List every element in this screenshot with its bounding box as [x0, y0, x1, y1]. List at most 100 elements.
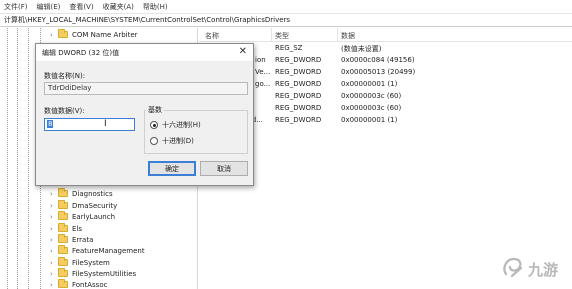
value-type: REG_DWORD	[275, 80, 322, 88]
tree-item-label: FeatureManagement	[72, 246, 145, 255]
tree-item-label: FileSystemUtilities	[72, 269, 137, 278]
column-header-type[interactable]: 类型	[275, 31, 289, 41]
tree-item-dmasecurity[interactable]: › DmaSecurity	[50, 200, 117, 211]
folder-icon	[58, 234, 68, 243]
value-data-text: 8	[47, 120, 54, 128]
radio-hexadecimal[interactable]: 十六进制(H)	[150, 120, 201, 130]
value-name-label: 数值名称(N):	[44, 72, 86, 80]
folder-icon	[58, 211, 68, 220]
tree-item-errata[interactable]: › Errata	[50, 234, 93, 245]
value-data-label: 数值数据(V):	[44, 107, 85, 115]
chevron-right-icon[interactable]: ›	[50, 31, 58, 39]
base-group	[144, 110, 248, 154]
menu-favorites[interactable]: 收藏夹(A)	[103, 2, 134, 12]
folder-icon	[58, 279, 68, 288]
value-data: 0x0000003c (60)	[341, 104, 402, 112]
base-group-label: 基数	[146, 105, 164, 115]
value-name: Ve...	[255, 68, 271, 76]
value-row[interactable]: REG_SZ (数值未设置)	[199, 43, 572, 55]
tree-item-label: FileSystem	[72, 258, 110, 267]
chevron-right-icon[interactable]: ›	[50, 236, 58, 244]
watermark-text: 九游	[528, 261, 559, 279]
value-type: REG_SZ	[275, 44, 303, 52]
value-data: 0x00000001 (1)	[341, 80, 398, 88]
tree-item-label: Diagnostics	[72, 189, 113, 198]
tree-item-filesystem[interactable]: › FileSystem	[50, 257, 110, 268]
value-row[interactable]: REG_DWORD 0x0000003c (60)	[199, 91, 572, 103]
column-divider[interactable]	[271, 28, 272, 42]
value-data: 0x00000001 (1)	[341, 116, 398, 124]
value-type: REG_DWORD	[275, 56, 322, 64]
dialog-title: 编辑 DWORD (32 位)值	[42, 48, 120, 57]
chevron-right-icon[interactable]: ›	[50, 247, 58, 255]
tree-item-com-name-arbiter[interactable]: › COM Name Arbiter	[50, 29, 138, 40]
radio-hexadecimal-label: 十六进制(H)	[162, 121, 201, 129]
radio-unselected-icon[interactable]	[150, 137, 158, 145]
radio-decimal-label: 十进制(D)	[162, 137, 194, 145]
value-data: (数值未设置)	[341, 45, 382, 53]
edit-dword-dialog: 编辑 DWORD (32 位)值 ✕ 数值名称(N): TdrDdiDelay …	[35, 43, 254, 186]
cancel-button[interactable]: 取消	[200, 161, 248, 176]
address-path: 计算机\HKEY_LOCAL_MACHINE\SYSTEM\CurrentCon…	[4, 16, 291, 24]
value-row[interactable]: rd... REG_DWORD 0x00000001 (1)	[199, 115, 572, 127]
text-cursor-icon: I	[104, 119, 107, 129]
tree-item-label: FontAssoc	[72, 280, 108, 289]
value-type: REG_DWORD	[275, 92, 322, 100]
tree-guide-line	[17, 28, 18, 289]
watermark-logo: 九游	[500, 254, 568, 282]
tree-item-els[interactable]: › Els	[50, 223, 82, 234]
tree-item-fontassoc[interactable]: › FontAssoc	[50, 279, 107, 289]
chevron-right-icon[interactable]: ›	[50, 225, 58, 233]
value-row[interactable]: go... REG_DWORD 0x00000001 (1)	[199, 79, 572, 91]
column-divider[interactable]	[337, 28, 338, 42]
chevron-right-icon[interactable]: ›	[50, 259, 58, 267]
value-type: REG_DWORD	[275, 68, 322, 76]
folder-icon	[58, 257, 68, 266]
close-icon[interactable]: ✕	[239, 46, 247, 58]
value-row[interactable]: ion REG_DWORD 0x0000c084 (49156)	[199, 55, 572, 67]
column-header-name[interactable]: 名称	[205, 31, 219, 41]
value-data: 0x00005013 (20499)	[341, 68, 416, 76]
folder-icon	[58, 29, 68, 38]
tree-item-featuremanagement[interactable]: › FeatureManagement	[50, 245, 145, 256]
folder-icon	[58, 268, 68, 277]
radio-selected-icon[interactable]	[150, 121, 158, 129]
menu-view[interactable]: 查看(V)	[69, 2, 93, 12]
folder-icon	[58, 188, 68, 197]
chevron-right-icon[interactable]: ›	[50, 281, 58, 289]
value-name-field: TdrDdiDelay	[44, 82, 248, 95]
folder-icon	[58, 200, 68, 209]
ok-button[interactable]: 确定	[148, 161, 196, 176]
chevron-right-icon[interactable]: ›	[50, 213, 58, 221]
tree-item-label: Els	[72, 224, 83, 233]
chevron-right-icon[interactable]: ›	[50, 270, 58, 278]
address-bar[interactable]: 计算机\HKEY_LOCAL_MACHINE\SYSTEM\CurrentCon…	[0, 13, 572, 27]
column-header-data[interactable]: 数据	[341, 31, 355, 41]
chevron-right-icon[interactable]: ›	[50, 190, 58, 198]
tree-guide-line	[28, 28, 29, 289]
values-list[interactable]: 名称 类型 数据 REG_SZ (数值未设置) ion REG_DWORD 0x…	[199, 28, 572, 289]
value-type: REG_DWORD	[275, 104, 322, 112]
tree-item-filesystemutilities[interactable]: › FileSystemUtilities	[50, 268, 136, 279]
value-data-input[interactable]: 8	[44, 118, 135, 131]
tree-item-label: Errata	[72, 235, 94, 244]
tree-item-label: DmaSecurity	[72, 201, 118, 210]
dialog-title-bar[interactable]: 编辑 DWORD (32 位)值	[36, 44, 253, 61]
tree-item-diagnostics[interactable]: › Diagnostics	[50, 188, 113, 199]
value-type: REG_DWORD	[275, 116, 322, 124]
value-row[interactable]: REG_DWORD 0x0000003c (60)	[199, 103, 572, 115]
tree-item-label: COM Name Arbiter	[72, 30, 138, 39]
menu-file[interactable]: 文件(F)	[4, 2, 28, 12]
tree-item-earlylaunch[interactable]: › EarlyLaunch	[50, 211, 115, 222]
menu-help[interactable]: 帮助(H)	[143, 2, 168, 12]
tree-item-label: EarlyLaunch	[72, 212, 116, 221]
radio-decimal[interactable]: 十进制(D)	[150, 136, 194, 146]
folder-icon	[58, 223, 68, 232]
list-header: 名称 类型 数据	[199, 28, 572, 42]
value-row[interactable]: Ve... REG_DWORD 0x00005013 (20499)	[199, 67, 572, 79]
value-data: 0x0000c084 (49156)	[341, 56, 415, 64]
menu-edit[interactable]: 编辑(E)	[37, 2, 61, 12]
value-name: ion	[255, 56, 266, 64]
chevron-right-icon[interactable]: ›	[50, 202, 58, 210]
folder-icon	[58, 245, 68, 254]
